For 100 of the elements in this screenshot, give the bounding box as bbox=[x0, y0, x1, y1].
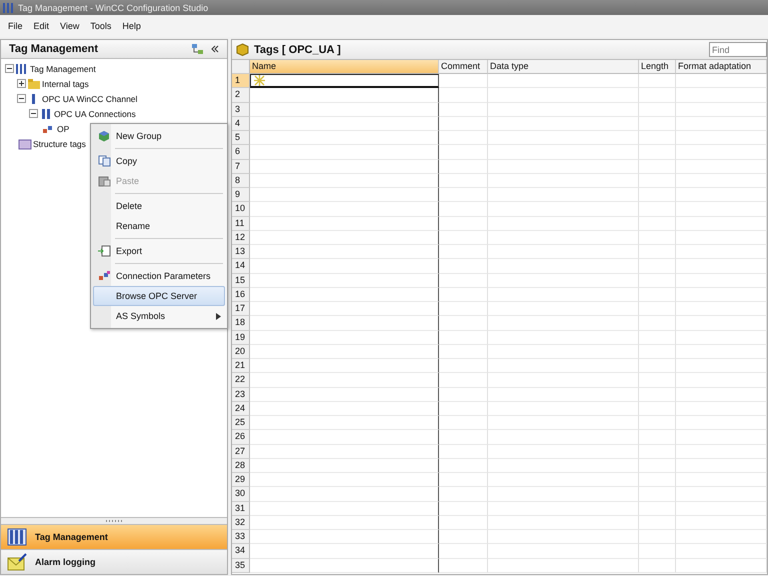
clipboard-icon bbox=[98, 175, 110, 187]
menu-item[interactable]: Rename bbox=[93, 216, 225, 236]
table-cell[interactable] bbox=[250, 502, 439, 516]
menu-item[interactable]: Copy bbox=[93, 151, 225, 171]
menu-item[interactable]: Edit bbox=[34, 21, 50, 31]
table-cell[interactable] bbox=[250, 416, 439, 430]
copy-icon bbox=[98, 155, 110, 167]
row-number: 2 bbox=[232, 88, 250, 102]
column-header[interactable]: Length bbox=[639, 60, 676, 74]
tree-item[interactable]: OPC UA Connections bbox=[54, 108, 136, 118]
table-cell[interactable] bbox=[250, 402, 439, 416]
tree-view-icon[interactable] bbox=[191, 43, 205, 55]
table-cell[interactable] bbox=[250, 302, 439, 316]
menu-item[interactable]: Help bbox=[122, 21, 141, 31]
row-number: 18 bbox=[232, 316, 250, 330]
menu-item[interactable]: Tools bbox=[90, 21, 112, 31]
table-cell[interactable] bbox=[250, 516, 439, 530]
table-cell[interactable] bbox=[250, 145, 439, 160]
submenu-arrow-icon bbox=[216, 312, 221, 320]
table-cell[interactable] bbox=[250, 530, 439, 544]
row-number: 12 bbox=[232, 230, 250, 245]
expander-icon[interactable] bbox=[29, 109, 38, 118]
table-cell[interactable] bbox=[250, 430, 439, 444]
row-number: 15 bbox=[232, 274, 250, 288]
menu-item[interactable]: New Group bbox=[93, 126, 225, 146]
row-number: 32 bbox=[232, 516, 250, 530]
table-cell[interactable] bbox=[250, 102, 439, 117]
table-cell[interactable] bbox=[250, 388, 439, 402]
row-number: 25 bbox=[232, 416, 250, 430]
new-tag-icon bbox=[254, 75, 265, 86]
table-cell[interactable] bbox=[250, 74, 439, 88]
table-cell[interactable] bbox=[250, 558, 439, 573]
table-cell[interactable] bbox=[250, 230, 439, 245]
row-number: 19 bbox=[232, 330, 250, 345]
row-number: 10 bbox=[232, 202, 250, 216]
row-number: 16 bbox=[232, 288, 250, 302]
menu-item[interactable]: View bbox=[60, 21, 80, 31]
tree-node-icon bbox=[18, 138, 32, 150]
app-icon bbox=[2, 2, 14, 14]
table-cell[interactable] bbox=[250, 373, 439, 388]
tree-item[interactable]: Tag Management bbox=[30, 64, 96, 74]
row-number: 29 bbox=[232, 473, 250, 488]
menu-item[interactable]: AS Symbols bbox=[93, 306, 225, 326]
table-cell[interactable] bbox=[250, 473, 439, 488]
tree-item[interactable]: OPC UA WinCC Channel bbox=[42, 94, 138, 104]
module-tab[interactable]: Alarm logging bbox=[1, 549, 227, 574]
search-field[interactable]: Find bbox=[709, 42, 767, 57]
tree-item[interactable]: Internal tags bbox=[42, 78, 89, 88]
column-header[interactable]: Data type bbox=[488, 60, 639, 74]
table-cell[interactable] bbox=[250, 330, 439, 345]
tree-node-icon bbox=[27, 78, 41, 90]
table-cell[interactable] bbox=[250, 88, 439, 102]
splitter-handle[interactable] bbox=[106, 520, 122, 522]
row-number: 7 bbox=[232, 160, 250, 174]
table-cell[interactable] bbox=[250, 160, 439, 174]
expander-icon[interactable] bbox=[17, 79, 26, 88]
tree-node-icon bbox=[15, 62, 29, 74]
menu-item[interactable]: Export bbox=[93, 241, 225, 261]
column-header[interactable]: Name bbox=[250, 60, 439, 74]
table-cell[interactable] bbox=[250, 288, 439, 302]
column-header[interactable]: Format adaptation bbox=[676, 60, 767, 74]
table-cell[interactable] bbox=[250, 544, 439, 558]
table-cell[interactable] bbox=[250, 487, 439, 502]
table-cell[interactable] bbox=[250, 174, 439, 188]
row-number: 5 bbox=[232, 131, 250, 146]
row-number: 4 bbox=[232, 116, 250, 131]
table-corner[interactable] bbox=[232, 60, 250, 74]
table-cell[interactable] bbox=[250, 458, 439, 473]
expander-icon[interactable] bbox=[17, 94, 26, 103]
menu-item[interactable]: Delete bbox=[93, 196, 225, 216]
row-number: 9 bbox=[232, 188, 250, 202]
row-number: 26 bbox=[232, 430, 250, 444]
table-cell[interactable] bbox=[250, 344, 439, 359]
tree-item[interactable]: Structure tags bbox=[33, 138, 86, 148]
menu-item[interactable]: File bbox=[8, 21, 23, 31]
table-cell[interactable] bbox=[250, 216, 439, 231]
cube-icon bbox=[98, 130, 110, 142]
editor-title: Tags [ OPC_UA ] bbox=[254, 44, 342, 56]
menu-item[interactable]: Connection Parameters bbox=[93, 266, 225, 286]
table-cell[interactable] bbox=[250, 359, 439, 374]
table-cell[interactable] bbox=[250, 202, 439, 216]
table-cell[interactable] bbox=[250, 274, 439, 288]
menu-item[interactable]: Browse OPC Server bbox=[93, 286, 225, 306]
export-icon bbox=[98, 245, 110, 257]
row-number: 24 bbox=[232, 402, 250, 416]
module-tab[interactable]: Tag Management bbox=[1, 524, 227, 549]
cube-icon bbox=[236, 43, 249, 56]
row-number: 3 bbox=[232, 102, 250, 117]
window-title: Tag Management - WinCC Configuration Studio bbox=[18, 2, 208, 12]
table-cell[interactable] bbox=[250, 259, 439, 274]
collapse-icon[interactable] bbox=[211, 45, 219, 53]
table-cell[interactable] bbox=[250, 188, 439, 202]
expander-icon[interactable] bbox=[5, 64, 14, 73]
tree-item[interactable]: OP bbox=[57, 124, 70, 134]
column-header[interactable]: Comment bbox=[439, 60, 488, 74]
table-cell[interactable] bbox=[250, 131, 439, 146]
table-cell[interactable] bbox=[250, 316, 439, 330]
table-cell[interactable] bbox=[250, 444, 439, 459]
table-cell[interactable] bbox=[250, 245, 439, 260]
table-cell[interactable] bbox=[250, 116, 439, 131]
